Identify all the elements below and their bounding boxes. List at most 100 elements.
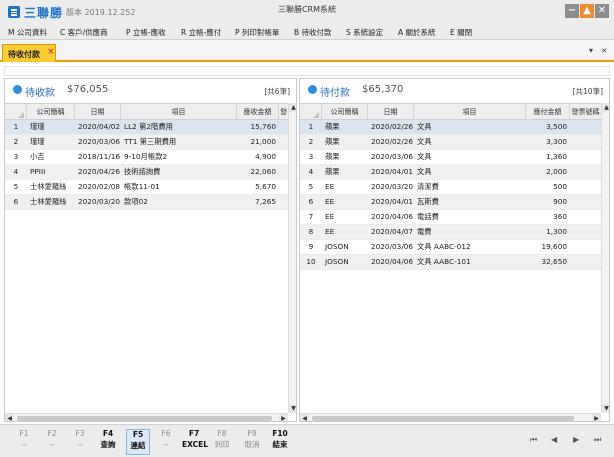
menu-about[interactable]: A 關於系統 — [398, 27, 436, 38]
function-key-f7[interactable]: F7 EXCEL — [182, 429, 209, 455]
table-cell: 1,300 — [546, 227, 567, 236]
column-header[interactable]: 發票號碼 — [570, 104, 602, 120]
table-cell: 21,000 — [250, 137, 276, 146]
menu-customer-supplier[interactable]: C 客戶/供應商 — [60, 27, 108, 38]
table-row[interactable]: 3 蘋果 2020/03/06 文具 1,360 — [300, 150, 601, 165]
table-cell: 2020/03/20 — [78, 197, 121, 206]
close-window-button[interactable]: ✕ — [595, 4, 609, 18]
column-header[interactable]: 項目 — [414, 104, 526, 120]
menu-print-statement[interactable]: P 列印對帳單 — [235, 27, 279, 38]
column-header[interactable]: 公司簡稱 — [322, 104, 368, 120]
row-number: 3 — [13, 152, 19, 161]
grid-corner — [5, 104, 27, 120]
scroll-up-icon[interactable]: ▲ — [602, 103, 609, 112]
title-bar: 三聯勝 版本 2019.12.252 三聯勝CRM系統 − ▲ ✕ — [0, 0, 614, 24]
tab-close-icon[interactable]: × — [47, 47, 55, 57]
prev-page-icon[interactable]: ◀ — [551, 435, 557, 444]
tab-strip: 待收付款 × ▾ × — [0, 40, 614, 62]
menu-system-settings[interactable]: S 系統設定 — [346, 27, 383, 38]
scroll-down-icon[interactable]: ▼ — [289, 404, 296, 413]
table-row[interactable]: 1 蘋果 2020/02/26 文具 3,500 — [300, 120, 601, 135]
table-cell: 19,600 — [541, 242, 567, 251]
menu-bar: M 公司資料 C 客戶/供應商 P 立帳-應收 R 立帳-應付 P 列印對帳單 … — [0, 24, 614, 40]
menu-payable-entry[interactable]: R 立帳-應付 — [181, 27, 221, 38]
table-cell: 文具 AABC-101 — [417, 257, 471, 266]
table-cell: 1,360 — [546, 152, 567, 161]
table-row[interactable]: 4 蘋果 2020/04/01 文具 2,000 — [300, 165, 601, 180]
table-cell: 2020/03/06 — [371, 152, 414, 161]
payable-vertical-scrollbar[interactable]: ▲ ▼ — [601, 103, 609, 413]
receivable-header: 待收款 $76,055 [共6筆] — [5, 79, 296, 101]
function-key-f4[interactable]: F4 查詢 — [96, 429, 120, 455]
column-header[interactable]: 項目 — [121, 104, 237, 120]
table-row[interactable]: 4 PPIII 2020/04/26 技術諮詢費 22,060 — [5, 165, 288, 180]
menu-exit[interactable]: E 關閉 — [450, 27, 472, 38]
tab-strip-close-icon[interactable]: × — [601, 46, 608, 55]
table-cell: 2020/04/01 — [371, 197, 414, 206]
table-row[interactable]: 8 EE 2020/04/07 電費 1,300 — [300, 225, 601, 240]
scroll-left-icon[interactable]: ◀ — [5, 414, 14, 421]
function-key-f10[interactable]: F10 結束 — [268, 429, 292, 455]
column-header[interactable]: 日期 — [368, 104, 414, 120]
table-row[interactable]: 9 JOSON 2020/03/06 文具 AABC-012 19,600 — [300, 240, 601, 255]
scroll-up-icon[interactable]: ▲ — [289, 103, 296, 112]
column-header[interactable]: 應收金額 — [237, 104, 279, 120]
scroll-thumb[interactable] — [17, 416, 272, 421]
table-row[interactable]: 6 士林愛羅絲 2020/03/20 款項02 7,265 — [5, 195, 288, 210]
table-cell: 2020/02/08 — [78, 182, 121, 191]
column-header[interactable]: 應付金額 — [526, 104, 570, 120]
table-cell: PPIII — [30, 167, 46, 176]
next-page-icon[interactable]: ▶ — [573, 435, 579, 444]
function-key-f8[interactable]: F8 列印 — [210, 429, 234, 455]
table-row[interactable]: 3 小吉 2018/11/16 9-10月帳款2 4,900 — [5, 150, 288, 165]
row-number: 6 — [13, 197, 19, 206]
last-page-icon[interactable]: ⏭ — [594, 435, 601, 445]
menu-company[interactable]: M 公司資料 — [8, 27, 47, 38]
tab-list-dropdown-icon[interactable]: ▾ — [589, 46, 593, 55]
function-key-code: F4 — [102, 429, 114, 438]
payable-horizontal-scrollbar[interactable]: ◀ ▶ — [300, 413, 601, 421]
maximize-button[interactable]: ▲ — [580, 4, 594, 18]
table-row[interactable]: 2 蘋果 2020/02/26 文具 3,300 — [300, 135, 601, 150]
table-row[interactable]: 6 EE 2020/04/01 瓦斯費 900 — [300, 195, 601, 210]
table-cell: TT1 第三期費用 — [124, 137, 177, 146]
menu-pending-payments[interactable]: B 待收付款 — [294, 27, 332, 38]
table-row[interactable]: 7 EE 2020/04/06 電話費 360 — [300, 210, 601, 225]
menu-receivable-entry[interactable]: P 立帳-應收 — [126, 27, 166, 38]
function-key-f2[interactable]: F2 -- — [40, 429, 64, 455]
scroll-left-icon[interactable]: ◀ — [300, 414, 309, 421]
receivable-horizontal-scrollbar[interactable]: ◀ ▶ — [5, 413, 288, 421]
column-header[interactable]: 日期 — [75, 104, 121, 120]
table-row[interactable]: 2 瑾瑾 2020/03/06 TT1 第三期費用 21,000 — [5, 135, 288, 150]
function-key-label: -- — [21, 440, 27, 449]
receivable-vertical-scrollbar[interactable]: ▲ ▼ — [288, 103, 296, 413]
table-row[interactable]: 10 JOSON 2020/04/06 文具 AABC-101 32,650 — [300, 255, 601, 270]
function-key-label: EXCEL — [182, 440, 209, 449]
table-row[interactable]: 1 瑾瑾 2020/04/02 LL2 第2階費用 15,760 — [5, 120, 288, 135]
scroll-down-icon[interactable]: ▼ — [602, 404, 609, 413]
function-key-f1[interactable]: F1 -- — [12, 429, 36, 455]
row-number: 5 — [13, 182, 19, 191]
table-cell: 士林愛羅絲 — [30, 197, 67, 206]
table-cell: 清潔費 — [417, 182, 439, 191]
table-cell: 電話費 — [417, 212, 439, 221]
first-page-icon[interactable]: ⏮ — [530, 435, 537, 445]
table-cell: 2020/04/01 — [371, 167, 414, 176]
function-key-f3[interactable]: F3 -- — [68, 429, 92, 455]
scroll-right-icon[interactable]: ▶ — [279, 414, 288, 421]
function-key-f6[interactable]: F6 -- — [154, 429, 178, 455]
function-key-f9[interactable]: F9 取消 — [240, 429, 264, 455]
column-header[interactable]: 公司簡稱 — [27, 104, 75, 120]
scroll-thumb[interactable] — [312, 416, 574, 421]
scroll-right-icon[interactable]: ▶ — [592, 414, 601, 421]
minimize-button[interactable]: − — [565, 4, 579, 18]
table-row[interactable]: 5 EE 2020/03/20 清潔費 500 — [300, 180, 601, 195]
payable-header: 待付款 $65,370 [共10筆] — [300, 79, 609, 101]
table-cell: 360 — [553, 212, 567, 221]
row-number: 2 — [308, 137, 314, 146]
table-row[interactable]: 5 士林愛羅絲 2020/02/08 帳款11-01 5,670 — [5, 180, 288, 195]
row-number: 1 — [13, 122, 19, 131]
function-key-f5[interactable]: F5 連結 — [126, 429, 150, 455]
table-cell: 文具 — [417, 167, 432, 176]
tab-pending-payments[interactable]: 待收付款 × — [2, 44, 56, 62]
